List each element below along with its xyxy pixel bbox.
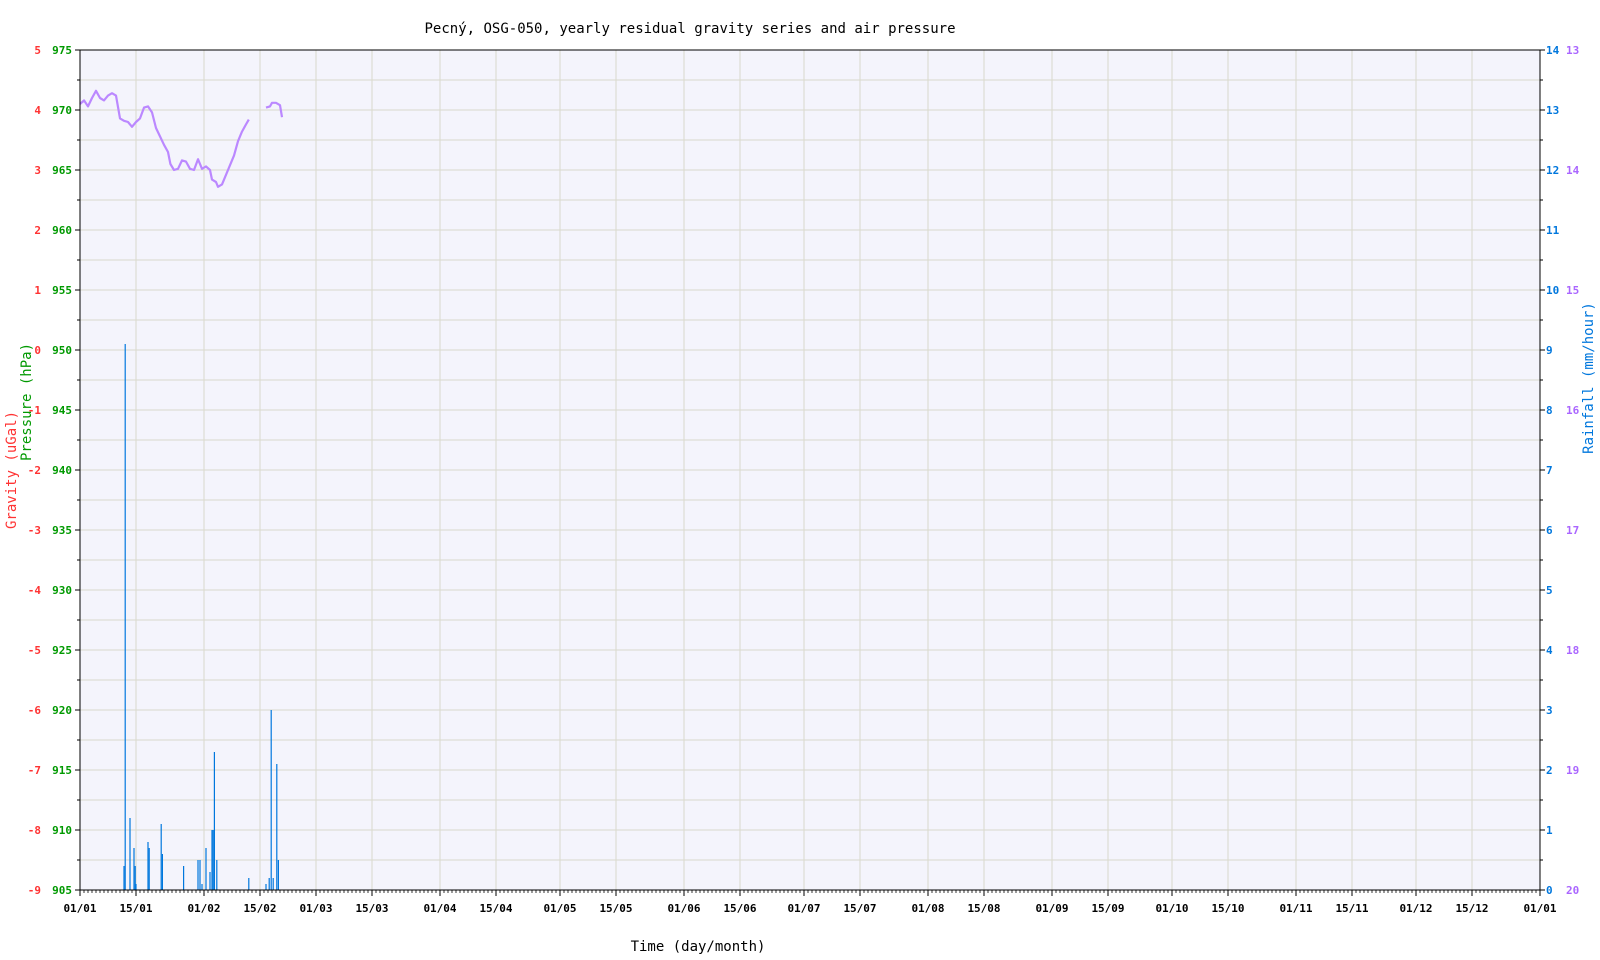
- rainfall-tick-label: 11: [1546, 224, 1560, 237]
- rainfall-tick-label: 1: [1546, 824, 1553, 837]
- pressure-tick-label: 910: [52, 824, 72, 837]
- extra-axis-tick-label: 14: [1566, 164, 1580, 177]
- x-tick-label: 01/10: [1155, 902, 1188, 915]
- pressure-tick-label: 960: [52, 224, 72, 237]
- chart-title: Pecný, OSG-050, yearly residual gravity …: [424, 21, 955, 37]
- x-tick-label: 15/08: [967, 902, 1000, 915]
- rainfall-tick-label: 9: [1546, 344, 1553, 357]
- x-tick-label: 01/02: [187, 902, 220, 915]
- x-tick-label: 15/12: [1455, 902, 1488, 915]
- gravity-axis-label: Gravity (uGal): [4, 411, 20, 529]
- x-tick-label: 15/07: [843, 902, 876, 915]
- x-axis-label: Time (day/month): [631, 939, 766, 955]
- rainfall-tick-label: 0: [1546, 884, 1553, 897]
- gravity-tick-label: 5: [34, 44, 41, 57]
- extra-axis-tick-label: 16: [1566, 404, 1580, 417]
- x-tick-label: 01/07: [787, 902, 820, 915]
- gravity-tick-label: 0: [34, 344, 41, 357]
- x-tick-label: 01/11: [1279, 902, 1312, 915]
- gravity-tick-label: -3: [28, 524, 41, 537]
- x-tick-label: 01/01: [1523, 902, 1556, 915]
- x-tick-label: 15/01: [119, 902, 152, 915]
- pressure-tick-label: 905: [52, 884, 72, 897]
- pressure-tick-label: 950: [52, 344, 72, 357]
- gravity-tick-label: -8: [28, 824, 41, 837]
- rainfall-tick-label: 2: [1546, 764, 1553, 777]
- x-tick-label: 01/01: [63, 902, 96, 915]
- x-tick-label: 01/05: [543, 902, 576, 915]
- extra-axis-tick-label: 13: [1566, 44, 1579, 57]
- x-tick-label: 01/12: [1399, 902, 1432, 915]
- pressure-tick-label: 975: [52, 44, 72, 57]
- x-tick-label: 01/09: [1035, 902, 1068, 915]
- x-tick-label: 01/03: [299, 902, 332, 915]
- pressure-tick-label: 915: [52, 764, 72, 777]
- gravity-tick-label: 2: [34, 224, 41, 237]
- rainfall-tick-label: 14: [1546, 44, 1560, 57]
- x-tick-label: 01/06: [667, 902, 700, 915]
- pressure-tick-label: 940: [52, 464, 72, 477]
- rainfall-tick-label: 3: [1546, 704, 1553, 717]
- pressure-tick-label: 930: [52, 584, 72, 597]
- gravity-tick-label: -9: [28, 884, 41, 897]
- extra-axis-tick-label: 18: [1566, 644, 1579, 657]
- pressure-tick-label: 955: [52, 284, 72, 297]
- pressure-tick-label: 945: [52, 404, 72, 417]
- gravity-tick-label: 1: [34, 284, 41, 297]
- x-tick-label: 01/04: [423, 902, 456, 915]
- rainfall-tick-label: 6: [1546, 524, 1553, 537]
- rainfall-tick-label: 10: [1546, 284, 1559, 297]
- pressure-tick-label: 925: [52, 644, 72, 657]
- x-tick-label: 01/08: [911, 902, 944, 915]
- extra-axis-tick-label: 17: [1566, 524, 1579, 537]
- extra-axis-tick-label: 20: [1566, 884, 1579, 897]
- pressure-axis-label: Pressure (hPa): [19, 343, 35, 461]
- rainfall-tick-label: 13: [1546, 104, 1559, 117]
- rainfall-tick-label: 8: [1546, 404, 1553, 417]
- extra-axis-tick-label: 15: [1566, 284, 1579, 297]
- extra-axis-tick-label: 19: [1566, 764, 1579, 777]
- rainfall-tick-label: 12: [1546, 164, 1559, 177]
- rainfall-tick-label: 7: [1546, 464, 1553, 477]
- gravity-tick-label: 4: [34, 104, 41, 117]
- gravity-tick-label: -6: [28, 704, 42, 717]
- gravity-tick-label: 3: [34, 164, 41, 177]
- gravity-tick-label: -5: [28, 644, 41, 657]
- x-tick-label: 15/04: [479, 902, 512, 915]
- x-tick-label: 15/10: [1211, 902, 1244, 915]
- x-tick-label: 15/09: [1091, 902, 1124, 915]
- chart: Pecný, OSG-050, yearly residual gravity …: [4, 21, 1597, 955]
- x-tick-label: 15/05: [599, 902, 632, 915]
- gravity-tick-label: -4: [28, 584, 42, 597]
- pressure-tick-label: 920: [52, 704, 72, 717]
- x-tick-label: 15/06: [723, 902, 756, 915]
- rainfall-tick-label: 5: [1546, 584, 1553, 597]
- rainfall-tick-label: 4: [1546, 644, 1553, 657]
- pressure-tick-label: 965: [52, 164, 72, 177]
- x-tick-label: 15/02: [243, 902, 276, 915]
- x-tick-label: 15/11: [1335, 902, 1368, 915]
- gravity-tick-label: -2: [28, 464, 41, 477]
- pressure-tick-label: 970: [52, 104, 72, 117]
- gravity-tick-label: -7: [28, 764, 41, 777]
- x-tick-label: 15/03: [355, 902, 388, 915]
- rainfall-axis-label: Rainfall (mm/hour): [1581, 302, 1597, 454]
- pressure-tick-label: 935: [52, 524, 72, 537]
